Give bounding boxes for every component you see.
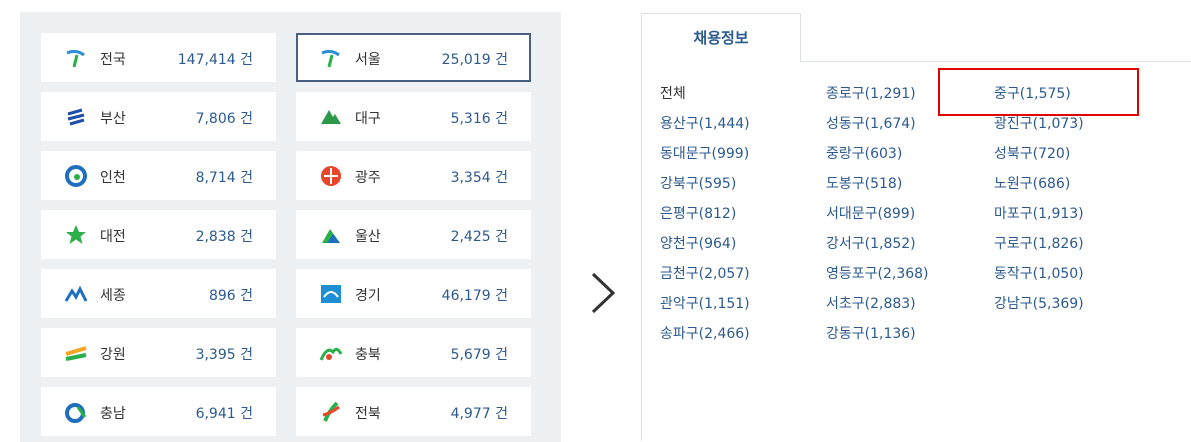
region-count: 896 건	[208, 288, 253, 304]
region-count: 6,941 건	[195, 406, 253, 422]
chungnam-icon	[65, 403, 87, 423]
region-name: 세종	[100, 288, 126, 304]
region-card-sejong[interactable]: 세종 896 건	[41, 269, 276, 318]
region-name: 울산	[355, 229, 381, 245]
region-count: 8,714 건	[195, 170, 253, 186]
region-count: 2,838 건	[195, 229, 253, 245]
region-name: 대구	[355, 111, 381, 127]
district-item[interactable]: 성동구(1,674)	[826, 113, 916, 133]
region-count: 3,395 건	[195, 347, 253, 363]
region-card-jeonbuk[interactable]: 전북 4,977 건	[296, 387, 531, 436]
sejong-icon	[64, 285, 88, 302]
region-count: 25,019 건	[441, 52, 508, 68]
district-item[interactable]: 성북구(720)	[994, 143, 1070, 163]
region-card-chungnam[interactable]: 충남 6,941 건	[41, 387, 276, 436]
district-item[interactable]: 강동구(1,136)	[826, 323, 916, 343]
region-name: 대전	[100, 229, 126, 245]
region-name: 충남	[100, 406, 126, 422]
district-item[interactable]: 용산구(1,444)	[660, 113, 750, 133]
region-count: 3,354 건	[450, 170, 508, 186]
region-count: 5,316 건	[450, 111, 508, 127]
busan-icon	[67, 108, 85, 126]
district-item[interactable]: 송파구(2,466)	[660, 323, 750, 343]
district-item[interactable]: 금천구(2,057)	[660, 263, 750, 283]
district-item[interactable]: 마포구(1,913)	[994, 203, 1084, 223]
district-item[interactable]: 중랑구(603)	[826, 143, 902, 163]
district-item[interactable]: 은평구(812)	[660, 203, 736, 223]
region-card-incheon[interactable]: 인천 8,714 건	[41, 151, 276, 200]
region-name: 인천	[100, 170, 126, 186]
region-card-gwangju[interactable]: 광주 3,354 건	[296, 151, 531, 200]
region-card-seoul[interactable]: 서울 25,019 건	[296, 33, 531, 82]
gangwon-icon	[65, 346, 87, 361]
region-name: 부산	[100, 111, 126, 127]
highlight-box	[938, 68, 1139, 116]
region-card-gangwon[interactable]: 강원 3,395 건	[41, 328, 276, 377]
chungbuk-icon	[319, 347, 343, 361]
region-count: 7,806 건	[195, 111, 253, 127]
district-item[interactable]: 구로구(1,826)	[994, 233, 1084, 253]
region-card-chungbuk[interactable]: 충북 5,679 건	[296, 328, 531, 377]
district-item[interactable]: 강북구(595)	[660, 173, 736, 193]
ulsan-icon	[322, 229, 340, 243]
region-card-daejeon[interactable]: 대전 2,838 건	[41, 210, 276, 259]
district-item[interactable]: 동작구(1,050)	[994, 263, 1084, 283]
daejeon-icon	[66, 225, 86, 244]
district-item[interactable]: 광진구(1,073)	[994, 113, 1084, 133]
district-item[interactable]: 양천구(964)	[660, 233, 736, 253]
region-name: 전국	[100, 52, 126, 68]
district-item[interactable]: 서초구(2,883)	[826, 293, 916, 313]
region-card-daegu[interactable]: 대구 5,316 건	[296, 92, 531, 141]
region-name: 충북	[355, 347, 381, 363]
region-name: 광주	[355, 170, 381, 186]
daegu-icon	[321, 110, 341, 124]
region-count: 46,179 건	[441, 288, 508, 304]
seoul-icon	[321, 49, 340, 68]
region-count: 2,425 건	[450, 229, 508, 245]
region-card-gyeonggi[interactable]: 경기 46,179 건	[296, 269, 531, 318]
district-all[interactable]: 전체	[660, 83, 686, 103]
district-item[interactable]: 영등포구(2,368)	[826, 263, 929, 283]
chevron-right-icon	[591, 272, 616, 314]
district-item[interactable]: 노원구(686)	[994, 173, 1070, 193]
region-name: 강원	[100, 347, 126, 363]
region-name: 전북	[355, 406, 381, 422]
district-item[interactable]: 동대문구(999)	[660, 143, 749, 163]
gyeonggi-icon	[321, 285, 341, 303]
region-count: 5,679 건	[450, 347, 508, 363]
district-item[interactable]: 도봉구(518)	[826, 173, 902, 193]
incheon-icon	[65, 165, 87, 187]
district-item[interactable]: 서대문구(899)	[826, 203, 915, 223]
nationwide-icon	[66, 49, 85, 68]
jeonbuk-icon	[322, 401, 340, 422]
region-card-busan[interactable]: 부산 7,806 건	[41, 92, 276, 141]
region-name: 서울	[355, 52, 381, 68]
gwangju-icon	[321, 166, 341, 186]
district-item[interactable]: 강남구(5,369)	[994, 293, 1084, 313]
region-name: 경기	[355, 288, 381, 304]
district-item[interactable]: 강서구(1,852)	[826, 233, 916, 253]
region-card-nationwide[interactable]: 전국 147,414 건	[41, 33, 276, 82]
district-item[interactable]: 종로구(1,291)	[826, 83, 916, 103]
region-card-ulsan[interactable]: 울산 2,425 건	[296, 210, 531, 259]
region-count: 147,414 건	[177, 52, 253, 68]
district-item[interactable]: 관악구(1,151)	[660, 293, 750, 313]
region-count: 4,977 건	[450, 406, 508, 422]
tab-job-info[interactable]: 채용정보	[641, 13, 801, 62]
